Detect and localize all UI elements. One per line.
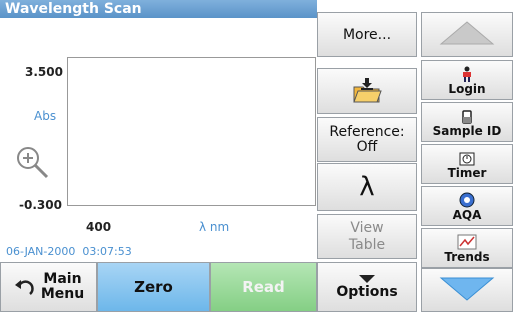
- main-menu-button[interactable]: Main Menu: [0, 262, 97, 312]
- timestamp: 06-JAN-2000 03:07:53: [6, 245, 132, 258]
- aqa-label: AQA: [452, 208, 482, 222]
- page-title: Wavelength Scan: [5, 1, 142, 17]
- person-icon: [463, 66, 471, 82]
- view-table-button[interactable]: View Table: [317, 214, 417, 259]
- x-axis-unit-label: λ nm: [199, 220, 230, 234]
- more-button-label: More...: [342, 26, 392, 43]
- sample-id-label: Sample ID: [432, 124, 502, 138]
- timer-label: Timer: [447, 166, 487, 180]
- login-label: Login: [448, 82, 486, 96]
- options-label: Options: [336, 284, 398, 300]
- sample-vial-icon: [462, 110, 472, 124]
- y-axis-max-label: 3.500: [25, 65, 63, 79]
- timer-icon: [459, 152, 475, 166]
- reference-button-label: Reference: Off: [329, 123, 405, 155]
- timer-button[interactable]: Timer: [421, 144, 513, 184]
- graph-plot: [67, 57, 316, 206]
- arrow-down-icon: [439, 277, 495, 301]
- scroll-up-button[interactable]: [421, 12, 513, 57]
- reference-button[interactable]: Reference: Off: [317, 117, 417, 162]
- more-button[interactable]: More...: [317, 12, 417, 57]
- options-button[interactable]: Options: [317, 262, 417, 312]
- y-axis-unit-label: Abs: [34, 109, 57, 123]
- back-arrow-icon: [14, 280, 34, 295]
- zero-button[interactable]: Zero: [97, 262, 210, 312]
- zoom-in-icon[interactable]: [14, 144, 54, 184]
- arrow-up-icon: [439, 21, 495, 45]
- chevron-down-icon: [359, 275, 375, 283]
- read-label: Read: [242, 278, 285, 296]
- trends-button[interactable]: Trends: [421, 228, 513, 268]
- sample-id-button[interactable]: Sample ID: [421, 102, 513, 142]
- login-button[interactable]: Login: [421, 60, 513, 100]
- aqa-icon: [459, 192, 475, 208]
- view-table-button-label: View Table: [348, 219, 386, 253]
- read-button[interactable]: Read: [210, 262, 317, 312]
- zero-label: Zero: [134, 278, 173, 296]
- main-menu-label: Main Menu: [40, 271, 85, 302]
- wavelength-button[interactable]: λ: [317, 163, 417, 211]
- scroll-down-button[interactable]: [421, 268, 513, 312]
- trend-chart-icon: [457, 234, 477, 250]
- trends-label: Trends: [444, 250, 490, 264]
- y-axis-min-label: -0.300: [19, 198, 62, 212]
- x-axis-min-label: 400: [86, 220, 112, 234]
- store-data-button[interactable]: [317, 68, 417, 114]
- aqa-button[interactable]: AQA: [421, 186, 513, 226]
- lambda-icon: λ: [359, 172, 375, 202]
- folder-download-icon: [353, 78, 382, 103]
